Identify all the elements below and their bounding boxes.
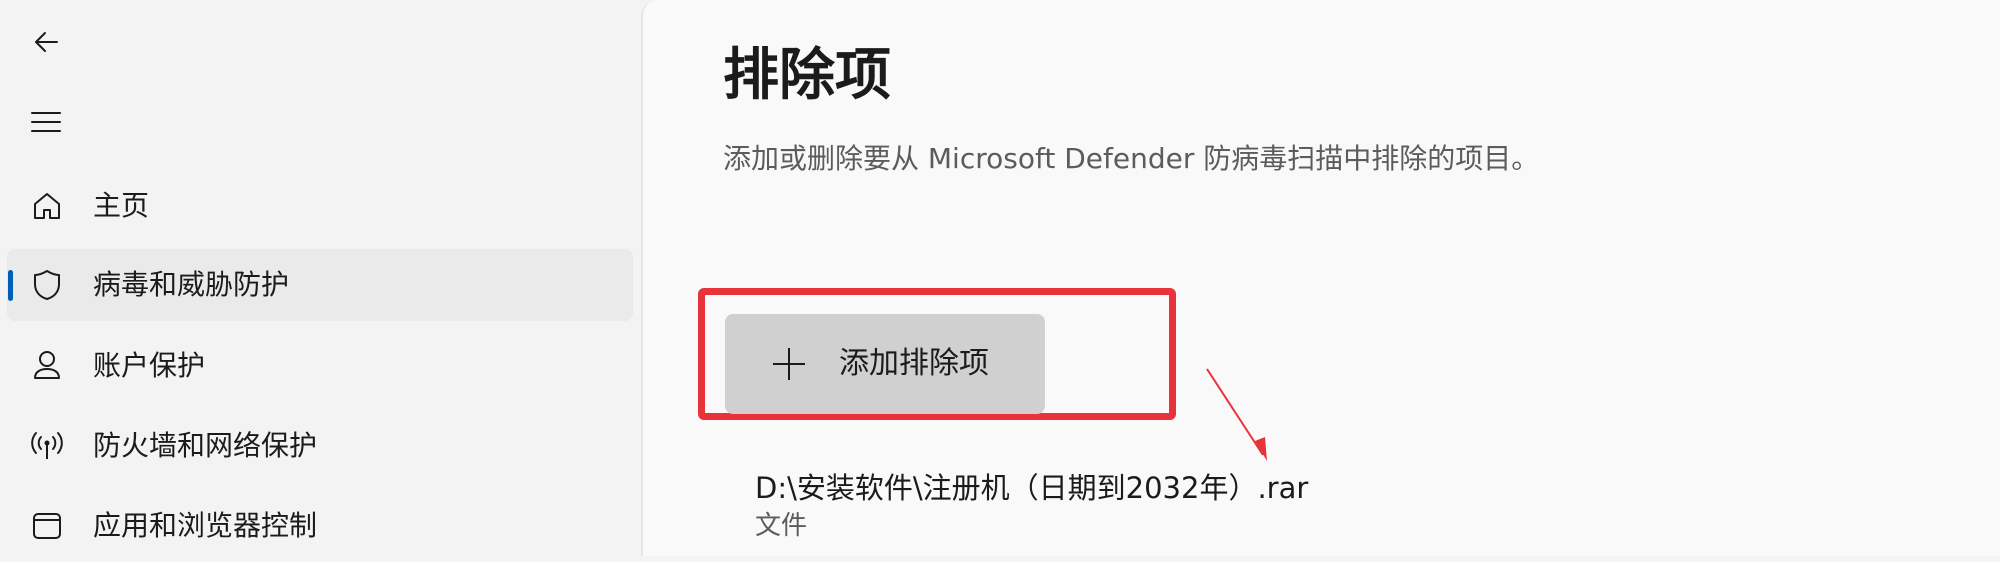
sidebar-item-app-browser-control[interactable]: 应用和浏览器控制 bbox=[7, 490, 633, 562]
browser-window-icon bbox=[29, 508, 65, 544]
main-content: 排除项 添加或删除要从 Microsoft Defender 防病毒扫描中排除的… bbox=[641, 0, 2000, 556]
sidebar-item-label: 应用和浏览器控制 bbox=[93, 509, 318, 542]
sidebar: 主页 病毒和威胁防护 账户保护 防火墙和网络保护 应用和浏览器控制 bbox=[0, 0, 641, 556]
sidebar-item-account-protection[interactable]: 账户保护 bbox=[7, 330, 633, 402]
add-exclusion-button[interactable]: 添加排除项 bbox=[725, 314, 1045, 414]
exclusion-list-item[interactable]: D:\安装软件\注册机（日期到2032年）.rar 文件 bbox=[755, 468, 1308, 544]
selection-indicator bbox=[8, 270, 13, 301]
add-exclusion-label: 添加排除项 bbox=[839, 346, 989, 381]
page-title: 排除项 bbox=[723, 43, 891, 108]
sidebar-item-label: 防火墙和网络保护 bbox=[93, 429, 318, 462]
back-button[interactable] bbox=[20, 16, 72, 68]
wifi-antenna-icon bbox=[29, 428, 65, 464]
sidebar-item-firewall[interactable]: 防火墙和网络保护 bbox=[7, 410, 633, 482]
shield-icon bbox=[29, 267, 65, 303]
plus-icon bbox=[773, 348, 805, 380]
annotation-arrow bbox=[1206, 368, 1267, 461]
sidebar-item-virus-protection[interactable]: 病毒和威胁防护 bbox=[7, 249, 633, 321]
menu-button[interactable] bbox=[20, 96, 72, 148]
page-description: 添加或删除要从 Microsoft Defender 防病毒扫描中排除的项目。 bbox=[723, 142, 1540, 175]
back-arrow-icon bbox=[35, 32, 58, 52]
sidebar-item-label: 病毒和威胁防护 bbox=[93, 268, 290, 301]
home-icon bbox=[29, 188, 65, 224]
exclusion-type: 文件 bbox=[755, 511, 808, 541]
sidebar-item-label: 主页 bbox=[93, 189, 150, 222]
sidebar-item-label: 账户保护 bbox=[93, 349, 206, 382]
hamburger-menu-icon bbox=[31, 112, 61, 132]
person-icon bbox=[29, 348, 65, 384]
sidebar-item-home[interactable]: 主页 bbox=[7, 170, 633, 242]
exclusion-path: D:\安装软件\注册机（日期到2032年）.rar bbox=[755, 471, 1309, 505]
